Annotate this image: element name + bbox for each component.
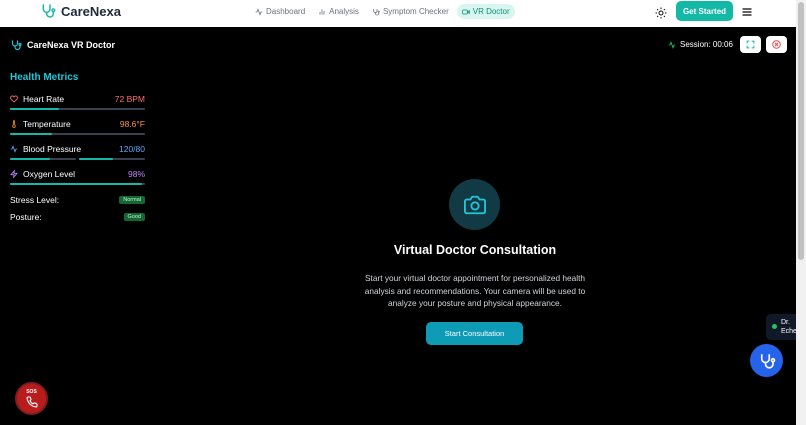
- activity-icon: [668, 40, 676, 49]
- nav-label: Dashboard: [266, 7, 306, 16]
- brand-name: CareNexa: [61, 3, 121, 19]
- doctor-chat-button[interactable]: [750, 344, 783, 377]
- bar-chart-icon: [319, 8, 325, 15]
- metric-label: Temperature: [23, 119, 71, 129]
- fullscreen-button[interactable]: [740, 36, 761, 53]
- metric-label: Blood Pressure: [23, 144, 82, 154]
- online-indicator: [772, 324, 777, 329]
- health-metrics-panel: Health Metrics Heart Rate 72 BPM Tempera…: [10, 72, 145, 228]
- metric-bar: [10, 183, 145, 185]
- phone-icon: [26, 396, 38, 408]
- nav-label: VR Doctor: [472, 7, 510, 16]
- metric-bar-fill: [79, 158, 114, 160]
- metric-label: Heart Rate: [23, 94, 65, 104]
- activity-icon: [10, 145, 18, 153]
- metric-value: 120/80: [119, 144, 145, 154]
- doctor-status-chip[interactable]: Dr. Eche: [766, 314, 797, 340]
- camera-icon: [463, 195, 486, 214]
- session-timer: Session: 00:06: [668, 40, 733, 49]
- diastolic-bar: [79, 158, 145, 160]
- doctor-name-line1: Dr.: [781, 319, 790, 326]
- vr-title-group: CareNexa VR Doctor: [10, 39, 115, 51]
- close-circle-icon: [772, 40, 781, 49]
- metric-value: 98.6°F: [119, 119, 145, 129]
- metric-label: Oxygen Level: [23, 169, 75, 179]
- thermometer-icon: [12, 120, 16, 128]
- metric-bar-fill: [10, 183, 143, 185]
- nav-label: Analysis: [329, 7, 359, 16]
- vr-title: CareNexa VR Doctor: [27, 40, 116, 50]
- stress-label: Stress Level:: [10, 195, 60, 205]
- metric-value: 72 BPM: [114, 94, 145, 104]
- vr-header: CareNexa VR Doctor Session: 00:06: [0, 27, 796, 63]
- top-navbar: CareNexa Dashboard Analysis Symptom Chec…: [0, 0, 796, 27]
- posture-row: Posture: Good: [10, 211, 145, 223]
- sun-icon: [655, 7, 667, 19]
- nav-label: Symptom Checker: [382, 7, 449, 16]
- scrollbar-thumb[interactable]: [798, 2, 804, 260]
- sos-button[interactable]: SOS: [15, 382, 48, 415]
- heart-icon: [10, 95, 18, 103]
- stethoscope-logo-icon: [42, 4, 56, 18]
- end-session-button[interactable]: [766, 36, 787, 53]
- metric-heart-rate: Heart Rate 72 BPM: [10, 94, 145, 110]
- consult-title: Virtual Doctor Consultation: [393, 243, 557, 257]
- activity-icon: [255, 7, 263, 16]
- menu-button[interactable]: [741, 5, 753, 17]
- brand-logo[interactable]: CareNexa: [40, 3, 121, 19]
- stethoscope-icon: [373, 8, 380, 15]
- metric-bar-fill: [10, 158, 50, 160]
- stethoscope-icon: [760, 353, 775, 369]
- video-icon: [462, 9, 470, 14]
- metric-bar: [10, 133, 145, 135]
- nav-links: Dashboard Analysis Symptom Checker VR Do…: [250, 4, 518, 19]
- nav-vr-doctor[interactable]: VR Doctor: [456, 4, 515, 19]
- metric-blood-pressure: Blood Pressure 120/80: [10, 144, 145, 160]
- maximize-icon: [746, 40, 755, 49]
- nav-dashboard[interactable]: Dashboard: [250, 4, 310, 19]
- metrics-title: Health Metrics: [10, 72, 79, 83]
- page-scrollbar[interactable]: [796, 0, 806, 425]
- start-consultation-button[interactable]: Start Consultation: [426, 322, 523, 345]
- metric-bar-split: [10, 158, 145, 160]
- sos-label: SOS: [26, 389, 37, 395]
- metric-oxygen-level: Oxygen Level 98%: [10, 169, 145, 185]
- posture-label: Posture:: [10, 212, 42, 222]
- doctor-name-line2: Eche: [781, 328, 797, 335]
- metric-bar-fill: [10, 133, 52, 135]
- consult-description: Start your virtual doctor appointment fo…: [364, 273, 586, 308]
- stethoscope-icon: [11, 40, 22, 51]
- metric-bar-fill: [10, 108, 59, 110]
- stress-level-row: Stress Level: Normal: [10, 194, 145, 206]
- nav-analysis[interactable]: Analysis: [313, 4, 364, 19]
- metric-value: 98%: [127, 169, 145, 179]
- hamburger-icon: [742, 8, 752, 16]
- camera-placeholder: [449, 179, 500, 230]
- metric-bar: [10, 108, 145, 110]
- zap-icon: [10, 170, 18, 178]
- metric-temperature: Temperature 98.6°F: [10, 119, 145, 135]
- nav-symptom-checker[interactable]: Symptom Checker: [367, 4, 454, 19]
- session-label: Session: 00:06: [680, 40, 733, 49]
- theme-toggle[interactable]: [655, 6, 667, 19]
- stress-badge: Normal: [119, 196, 145, 204]
- get-started-button[interactable]: Get Started: [676, 1, 733, 21]
- systolic-bar: [10, 158, 76, 160]
- posture-badge: Good: [123, 213, 145, 221]
